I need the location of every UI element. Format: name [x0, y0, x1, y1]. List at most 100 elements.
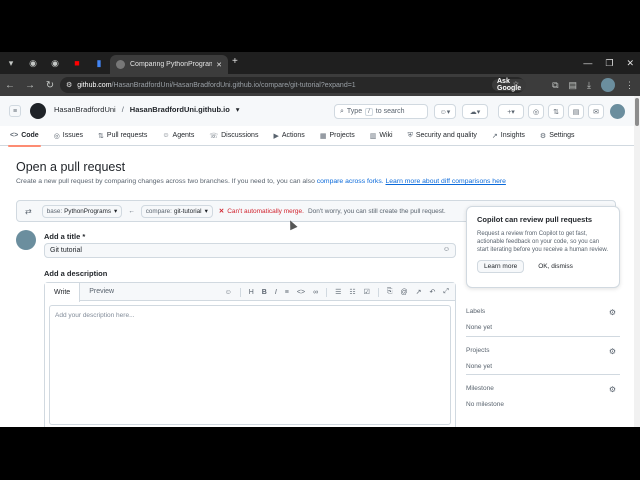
chevron-down-icon: ▾ [204, 207, 208, 215]
gear-icon[interactable]: ⚙ [609, 347, 616, 356]
chevron-down-icon[interactable]: ▾ [236, 105, 240, 114]
base-branch-select[interactable]: base: PythonPrograms ▾ [41, 204, 123, 218]
bookmark-star-icon[interactable]: ☆ [513, 80, 519, 88]
dismiss-button[interactable]: OK, dismiss [538, 263, 573, 270]
forward-icon[interactable]: → [20, 80, 40, 91]
profile-avatar[interactable] [601, 78, 615, 92]
description-textarea[interactable]: Add your description here... [49, 305, 451, 425]
milestone-section: Milestone ⚙ No milestone [466, 385, 616, 408]
media-icon[interactable]: ▤ [569, 80, 578, 91]
pull-request-icon: ⇅ [98, 132, 104, 140]
copilot-button[interactable]: ☺▾ [434, 104, 456, 119]
code-icon[interactable]: <> [297, 289, 305, 296]
numbered-list-icon[interactable]: ☰ [335, 288, 341, 296]
url-path: /HasanBradfordUni/HasanBradfordUni.githu… [111, 81, 356, 89]
undo-icon[interactable]: ↶ [430, 288, 436, 296]
compare-branch-select[interactable]: compare: git-tutorial ▾ [140, 204, 213, 218]
new-tab-button[interactable]: + [232, 56, 238, 67]
copilot-chat-button[interactable]: ☁▾ [462, 104, 488, 119]
tab-issues[interactable]: ◎ Issues [54, 126, 83, 146]
gear-icon: ⚙ [539, 132, 547, 140]
milestone-value: No milestone [466, 401, 504, 408]
owner-link[interactable]: HasanBradfordUni [54, 105, 116, 114]
projects-icon: ▦ [319, 132, 327, 140]
copilot-popover: Copilot can review pull requests Request… [466, 206, 620, 288]
tab-code[interactable]: <> Code [8, 126, 41, 147]
tab-preview[interactable]: Preview [80, 283, 123, 301]
create-new-button[interactable]: +▾ [498, 104, 524, 119]
tab-agents[interactable]: ☺ Agents [162, 126, 194, 146]
bold-icon[interactable]: B [262, 289, 267, 296]
active-tab[interactable]: Comparing PythonPrograms... ✕ [110, 55, 228, 74]
chevron-down-icon: ▾ [114, 207, 118, 215]
tab-wiki[interactable]: ▥ Wiki [370, 126, 393, 146]
reference-icon[interactable]: ↗ [416, 288, 422, 296]
tab-list-icon[interactable]: ▾ [0, 52, 22, 74]
browser-frame: ▾ ◉ ◉ ■ ▮ Comparing PythonPrograms... ✕ … [0, 52, 640, 427]
title-input[interactable]: Git tutorial ☺ [44, 243, 456, 258]
tab-insights[interactable]: ↗ Insights [492, 126, 525, 146]
scrollbar[interactable] [634, 96, 640, 427]
tab-security[interactable]: ⛨ Security and quality [408, 126, 477, 146]
menu-icon[interactable]: ⋮ [625, 80, 634, 91]
docs-tab-icon[interactable]: ▮ [88, 52, 110, 74]
task-list-icon[interactable]: ☑ [364, 288, 370, 296]
italic-icon[interactable]: I [275, 289, 277, 296]
pull-requests-icon[interactable]: ⇅ [548, 104, 564, 119]
window-controls: — ❐ ✕ [583, 52, 634, 74]
gear-icon[interactable]: ⚙ [609, 385, 616, 394]
bullet-list-icon[interactable]: ☷ [349, 288, 355, 296]
restore-icon[interactable]: ❐ [605, 58, 613, 69]
repo-link[interactable]: HasanBradfordUni.github.io [130, 105, 230, 114]
ask-google-button[interactable]: Ask Google [492, 78, 527, 92]
tab-settings[interactable]: ⚙ Settings [540, 126, 575, 146]
issues-icon[interactable]: ◎ [528, 104, 544, 119]
tab-discussions[interactable]: ☏ Discussions [209, 126, 258, 146]
download-icon[interactable]: ⤓ [587, 80, 591, 91]
menu-hamburger-icon[interactable]: ≡ [9, 105, 21, 117]
mention-icon[interactable]: @ [401, 289, 408, 296]
compare-forks-link[interactable]: compare across forks. [317, 178, 384, 185]
learn-diff-link[interactable]: Learn more about diff comparisons here [386, 178, 506, 185]
tab-actions[interactable]: ▶ Actions [273, 126, 304, 146]
search-input[interactable]: ⌕ Type / to search [334, 104, 428, 119]
extensions-icon[interactable]: ⧉ [552, 80, 558, 91]
pinned-tab-icon[interactable]: ◉ [44, 52, 66, 74]
learn-more-button[interactable]: Learn more [477, 260, 525, 273]
compare-switch-icon[interactable]: ⇄ [25, 207, 32, 216]
scrollbar-thumb[interactable] [635, 98, 639, 126]
labels-value: None yet [466, 324, 493, 331]
user-avatar[interactable] [610, 104, 625, 119]
quote-icon[interactable]: ≡ [285, 289, 289, 296]
repositories-icon[interactable]: ▤ [568, 104, 584, 119]
minimize-icon[interactable]: — [583, 58, 592, 68]
tab-write[interactable]: Write [45, 282, 81, 302]
url-host: github.com [77, 81, 112, 89]
pinned-tab-icon[interactable]: ◉ [22, 52, 44, 74]
inbox-icon[interactable]: ✉ [588, 104, 604, 119]
url-bar[interactable]: ⚙ github.com /HasanBradfordUni/HasanBrad… [60, 77, 527, 93]
graph-icon: ↗ [491, 132, 498, 140]
heading-icon[interactable]: H [249, 289, 254, 296]
gear-icon[interactable]: ⚙ [609, 308, 616, 317]
actions-icon: ▶ [273, 132, 279, 140]
site-info-icon[interactable]: ⚙ [66, 81, 72, 89]
projects-heading[interactable]: Projects [466, 347, 489, 356]
github-logo-icon[interactable] [30, 103, 46, 119]
tab-pull-requests[interactable]: ⇅ Pull requests [98, 126, 147, 146]
reload-icon[interactable]: ↻ [40, 80, 60, 91]
copilot-suggest-icon[interactable]: ☺ [443, 246, 450, 253]
tab-projects[interactable]: ▦ Projects [320, 126, 355, 146]
fullscreen-icon[interactable]: ⤢ [443, 288, 449, 296]
github-favicon-icon [116, 60, 125, 69]
link-icon[interactable]: ∞ [313, 289, 318, 296]
youtube-tab-icon[interactable]: ■ [66, 52, 88, 74]
copilot-icon[interactable]: ☺ [225, 289, 232, 296]
close-tab-icon[interactable]: ✕ [216, 61, 222, 69]
close-window-icon[interactable]: ✕ [626, 58, 634, 69]
copilot-title: Copilot can review pull requests [477, 215, 593, 224]
attach-icon[interactable]: ⎘ [387, 288, 393, 296]
labels-heading[interactable]: Labels [466, 308, 485, 317]
back-icon[interactable]: ← [0, 80, 20, 91]
milestone-heading[interactable]: Milestone [466, 385, 494, 394]
